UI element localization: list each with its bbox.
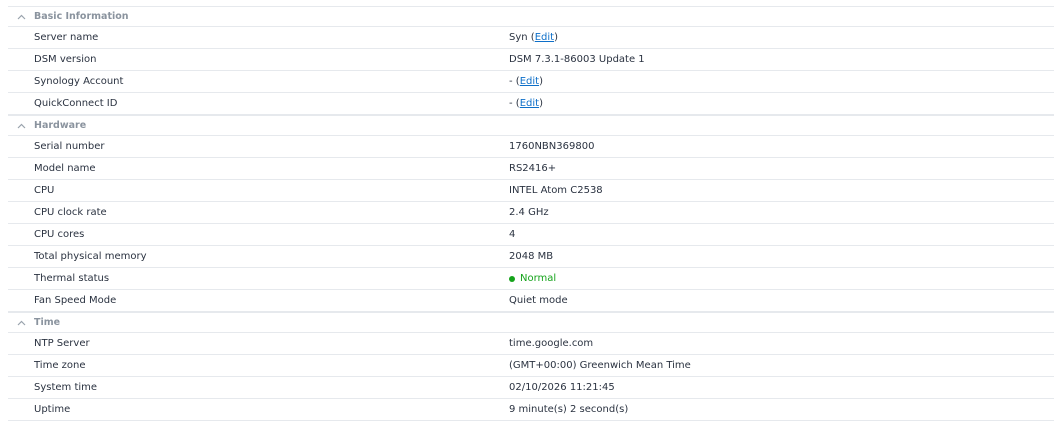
field-label: NTP Server: [34, 338, 90, 349]
field-value: Syn (Edit): [509, 32, 1054, 43]
field-label: DSM version: [34, 54, 97, 65]
chevron-up-icon[interactable]: [8, 313, 34, 332]
row-system-time: System time 02/10/2026 11:21:45: [8, 377, 1054, 399]
row-quickconnect-id: QuickConnect ID - (Edit): [8, 93, 1054, 115]
field-value: Quiet mode: [509, 295, 568, 306]
field-value: 2048 MB: [509, 251, 554, 262]
status-dot-icon: [509, 275, 515, 282]
edit-server-name-link[interactable]: Edit: [535, 32, 554, 43]
field-value: RS2416+: [509, 163, 557, 174]
chevron-up-icon[interactable]: [8, 7, 34, 26]
info-panel: Basic Information Server name Syn (Edit)…: [8, 6, 1054, 421]
field-label: System time: [34, 382, 98, 393]
section-header-time[interactable]: Time: [8, 312, 1054, 333]
field-label: CPU clock rate: [34, 207, 107, 218]
field-value: Normal: [509, 273, 1054, 284]
server-name-value: Syn: [509, 32, 528, 43]
section-header-hardware[interactable]: Hardware: [8, 115, 1054, 136]
row-cpu-cores: CPU cores 4: [8, 224, 1054, 246]
thermal-status-text: Normal: [520, 273, 557, 284]
field-label: CPU cores: [34, 229, 85, 240]
field-label: Model name: [34, 163, 96, 174]
field-value: 4: [509, 229, 516, 240]
edit-synology-account-link[interactable]: Edit: [520, 76, 539, 87]
paren-close: ): [539, 98, 543, 109]
row-ntp-server: NTP Server time.google.com: [8, 333, 1054, 355]
section-title: Basic Information: [34, 11, 129, 22]
row-serial-number: Serial number 1760NBN369800: [8, 136, 1054, 158]
paren-close: ): [554, 32, 558, 43]
row-model-name: Model name RS2416+: [8, 158, 1054, 180]
field-label: Synology Account: [34, 76, 124, 87]
field-label: Server name: [34, 32, 99, 43]
field-value: 9 minute(s) 2 second(s): [509, 404, 629, 415]
field-value: 02/10/2026 11:21:45: [509, 382, 615, 393]
row-server-name: Server name Syn (Edit): [8, 27, 1054, 49]
field-value: 1760NBN369800: [509, 141, 595, 152]
field-value: 2.4 GHz: [509, 207, 549, 218]
section-title: Time: [34, 317, 61, 328]
row-dsm-version: DSM version DSM 7.3.1-86003 Update 1: [8, 49, 1054, 71]
row-thermal-status: Thermal status Normal: [8, 268, 1054, 290]
row-cpu: CPU INTEL Atom C2538: [8, 180, 1054, 202]
field-label: Time zone: [34, 360, 86, 371]
row-total-physical-memory: Total physical memory 2048 MB: [8, 246, 1054, 268]
field-value: - (Edit): [509, 98, 1054, 109]
chevron-up-icon[interactable]: [8, 116, 34, 135]
field-label: QuickConnect ID: [34, 98, 118, 109]
synology-account-value: -: [509, 76, 513, 87]
field-value: DSM 7.3.1-86003 Update 1: [509, 54, 645, 65]
field-value: (GMT+00:00) Greenwich Mean Time: [509, 360, 691, 371]
field-value: INTEL Atom C2538: [509, 185, 603, 196]
section-title: Hardware: [34, 120, 87, 131]
row-fan-speed-mode: Fan Speed Mode Quiet mode: [8, 290, 1054, 312]
field-label: Serial number: [34, 141, 105, 152]
row-time-zone: Time zone (GMT+00:00) Greenwich Mean Tim…: [8, 355, 1054, 377]
paren-close: ): [539, 76, 543, 87]
field-label: Total physical memory: [34, 251, 147, 262]
row-cpu-clock-rate: CPU clock rate 2.4 GHz: [8, 202, 1054, 224]
section-header-basic-information[interactable]: Basic Information: [8, 6, 1054, 27]
field-value: - (Edit): [509, 76, 1054, 87]
field-label: CPU: [34, 185, 55, 196]
quickconnect-value: -: [509, 98, 513, 109]
field-label: Fan Speed Mode: [34, 295, 117, 306]
row-synology-account: Synology Account - (Edit): [8, 71, 1054, 93]
field-label: Thermal status: [34, 273, 110, 284]
field-label: Uptime: [34, 404, 71, 415]
field-value: time.google.com: [509, 338, 594, 349]
row-uptime: Uptime 9 minute(s) 2 second(s): [8, 399, 1054, 421]
edit-quickconnect-link[interactable]: Edit: [520, 98, 539, 109]
